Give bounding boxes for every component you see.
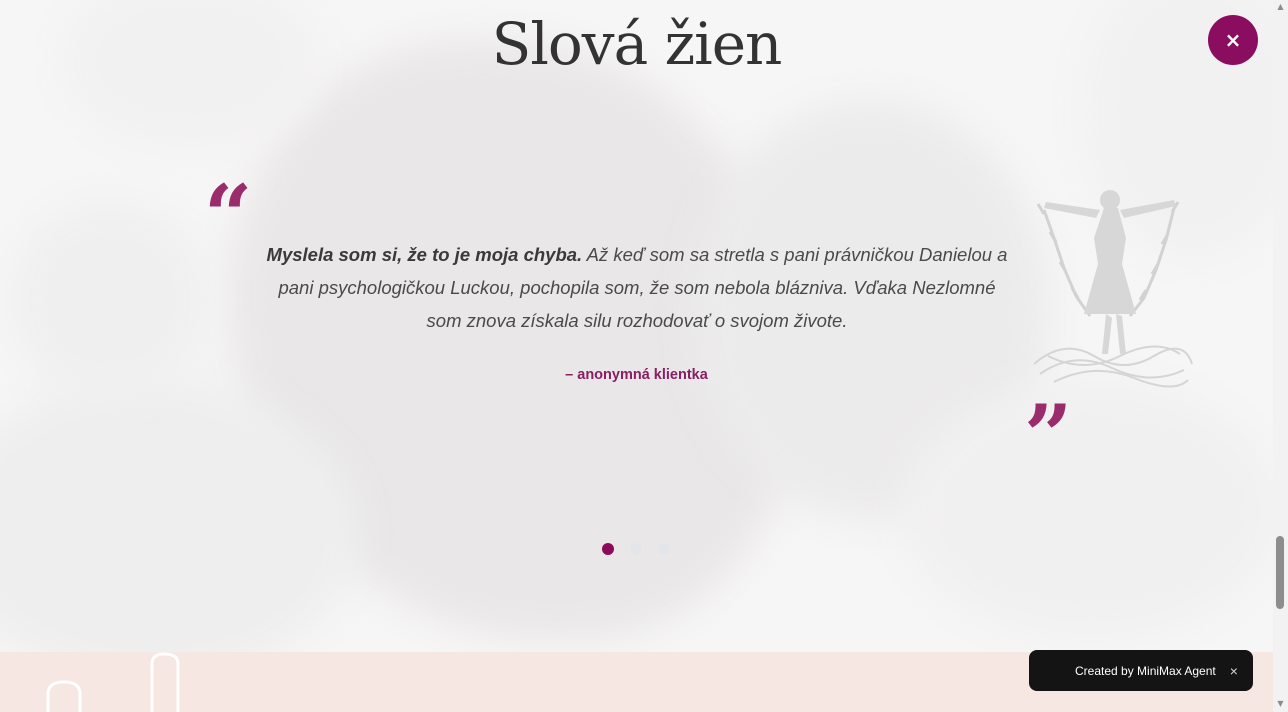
testimonial-author: – anonymná klientka: [565, 367, 708, 383]
scroll-down-arrow-icon[interactable]: ▼: [1275, 699, 1286, 709]
close-quote-icon: ”: [1024, 386, 1073, 485]
scroll-up-arrow-icon[interactable]: ▲: [1275, 2, 1286, 12]
carousel-dot-3[interactable]: [658, 543, 670, 555]
scrollbar-thumb[interactable]: [1276, 536, 1284, 609]
carousel-dot-1[interactable]: [602, 543, 614, 555]
close-button[interactable]: ×: [1208, 15, 1258, 65]
testimonials-section: Slová žien “ Myslela som si, že to je mo…: [0, 0, 1273, 652]
carousel-dot-2[interactable]: [630, 543, 642, 555]
created-by-badge: Created by MiniMax Agent ×: [1029, 650, 1253, 691]
carousel-pagination: [602, 543, 670, 555]
testimonial-quote: Myslela som si, že to je moja chyba. Až …: [262, 238, 1012, 337]
background-photo-shape: [900, 380, 1273, 640]
decorative-outline-icon: [46, 652, 180, 712]
badge-close-icon[interactable]: ×: [1230, 663, 1238, 679]
section-title: Slová žien: [491, 10, 783, 78]
woman-breaking-chains-icon: [1033, 190, 1193, 388]
open-quote-icon: “: [204, 166, 253, 265]
page-scrollbar[interactable]: ▲ ▼: [1273, 0, 1288, 712]
testimonial-quote-bold: Myslela som si, že to je moja chyba.: [266, 244, 583, 265]
created-by-label: Created by MiniMax Agent: [1075, 663, 1216, 678]
